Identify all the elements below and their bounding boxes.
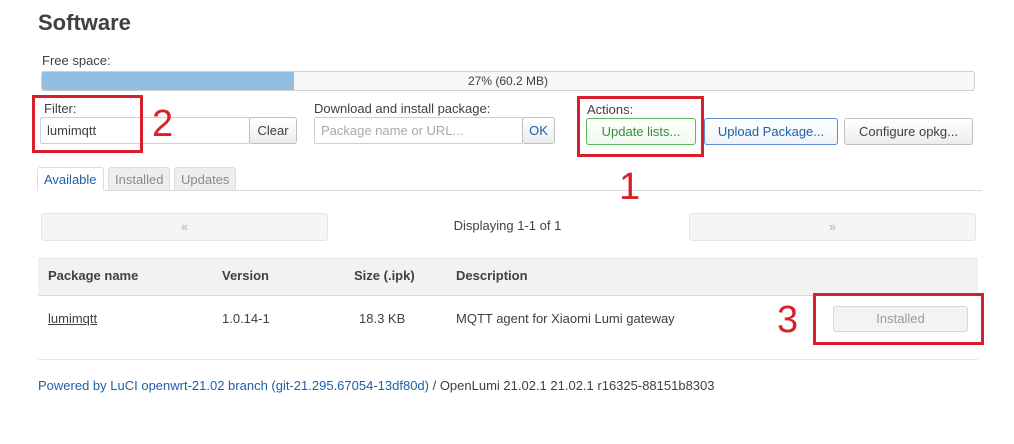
configure-opkg-button[interactable]: Configure opkg... <box>844 118 973 145</box>
row-divider <box>38 359 978 360</box>
annotation-box-installed <box>813 293 984 345</box>
pager-prev-button[interactable]: « <box>41 213 328 241</box>
tab-available[interactable]: Available <box>37 167 104 191</box>
free-space-text: 27% (60.2 MB) <box>467 74 549 88</box>
annotation-number-2: 2 <box>152 103 174 145</box>
annotation-number-3: 3 <box>777 299 799 341</box>
tab-installed[interactable]: Installed <box>108 167 171 191</box>
pager-status: Displaying 1-1 of 1 <box>453 218 562 233</box>
footer-version-text: / OpenLumi 21.02.1 21.02.1 r16325-88151b… <box>428 378 715 393</box>
ok-button[interactable]: OK <box>522 117 555 144</box>
package-url-input[interactable]: Package name or URL... <box>314 117 523 144</box>
package-size: 18.3 KB <box>359 311 406 326</box>
column-header-package-name: Package name <box>48 268 139 283</box>
tab-updates[interactable]: Updates <box>174 167 237 191</box>
clear-button[interactable]: Clear <box>249 117 297 144</box>
column-header-description: Description <box>456 268 528 283</box>
upload-package-button[interactable]: Upload Package... <box>704 118 838 145</box>
download-label: Download and install package: <box>314 101 491 116</box>
annotation-box-filter <box>32 95 143 153</box>
package-description: MQTT agent for Xiaomi Lumi gateway <box>456 311 675 326</box>
annotation-number-1: 1 <box>619 166 641 208</box>
footer: Powered by LuCI openwrt-21.02 branch (gi… <box>38 378 715 393</box>
column-header-version: Version <box>222 268 269 283</box>
pager-next-button[interactable]: » <box>689 213 976 241</box>
package-name-link[interactable]: lumimqtt <box>48 311 97 326</box>
luci-link[interactable]: Powered by LuCI openwrt-21.02 branch (gi… <box>38 378 429 393</box>
annotation-box-actions <box>577 96 704 157</box>
free-space-bar: 27% (60.2 MB) <box>41 71 975 91</box>
package-version: 1.0.14-1 <box>222 311 270 326</box>
column-header-size: Size (.ipk) <box>354 268 415 283</box>
page-title: Software <box>38 10 131 35</box>
free-space-label: Free space: <box>42 53 111 68</box>
